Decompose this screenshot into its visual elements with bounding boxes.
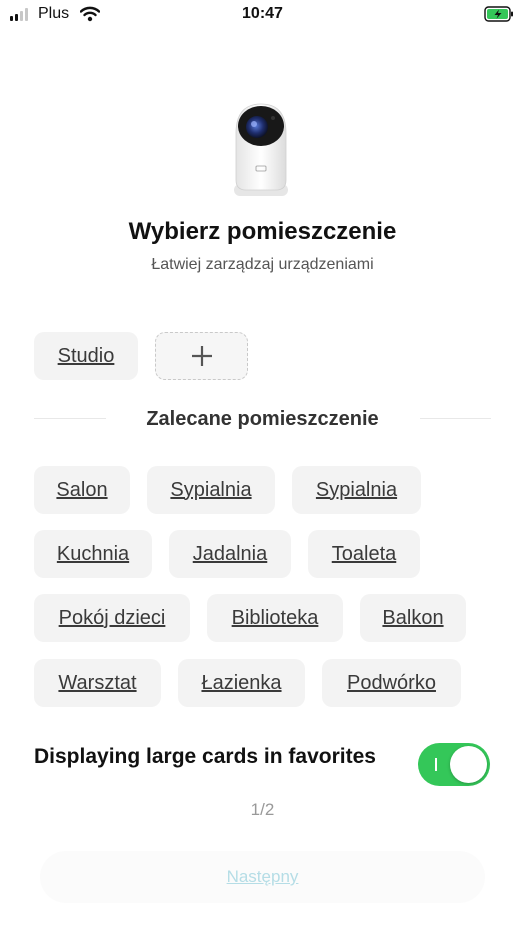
next-button[interactable]: Następny bbox=[40, 851, 485, 903]
recommended-room-chip[interactable]: Balkon bbox=[360, 594, 466, 642]
recommended-room-chip[interactable]: Warsztat bbox=[34, 659, 161, 707]
recommended-room-chip[interactable]: Biblioteka bbox=[207, 594, 343, 642]
recommended-room-chip[interactable]: Kuchnia bbox=[34, 530, 152, 578]
room-chip-studio[interactable]: Studio bbox=[34, 332, 138, 380]
add-room-button[interactable] bbox=[155, 332, 248, 380]
recommended-room-chip[interactable]: Sypialnia bbox=[292, 466, 421, 514]
recommended-room-chip[interactable]: Łazienka bbox=[178, 659, 305, 707]
large-cards-label: Displaying large cards in favorites bbox=[34, 745, 376, 768]
battery-charging-icon bbox=[484, 6, 513, 22]
toggle-on-indicator bbox=[435, 758, 437, 771]
recommended-room-chip[interactable]: Jadalnia bbox=[169, 530, 291, 578]
page-title: Wybierz pomieszczenie bbox=[128, 218, 397, 245]
recommended-room-chip[interactable]: Sypialnia bbox=[147, 466, 275, 514]
recommended-room-chip[interactable]: Pokój dzieci bbox=[34, 594, 190, 642]
recommended-section-title: Zalecane pomieszczenie bbox=[146, 408, 379, 430]
recommended-room-chip[interactable]: Podwórko bbox=[322, 659, 461, 707]
large-cards-toggle[interactable] bbox=[418, 743, 490, 786]
clock: 10:47 bbox=[242, 5, 283, 22]
camera-device-image bbox=[234, 103, 288, 196]
page-indicator: 1/2 bbox=[250, 800, 275, 819]
recommended-room-chip[interactable]: Salon bbox=[34, 466, 130, 514]
page-subtitle: Łatwiej zarządzaj urządzeniami bbox=[151, 256, 374, 273]
toggle-knob bbox=[450, 746, 487, 783]
recommended-room-chip[interactable]: Toaleta bbox=[308, 530, 420, 578]
status-bar: Plus 10:47 bbox=[0, 0, 525, 30]
plus-icon bbox=[191, 346, 212, 366]
